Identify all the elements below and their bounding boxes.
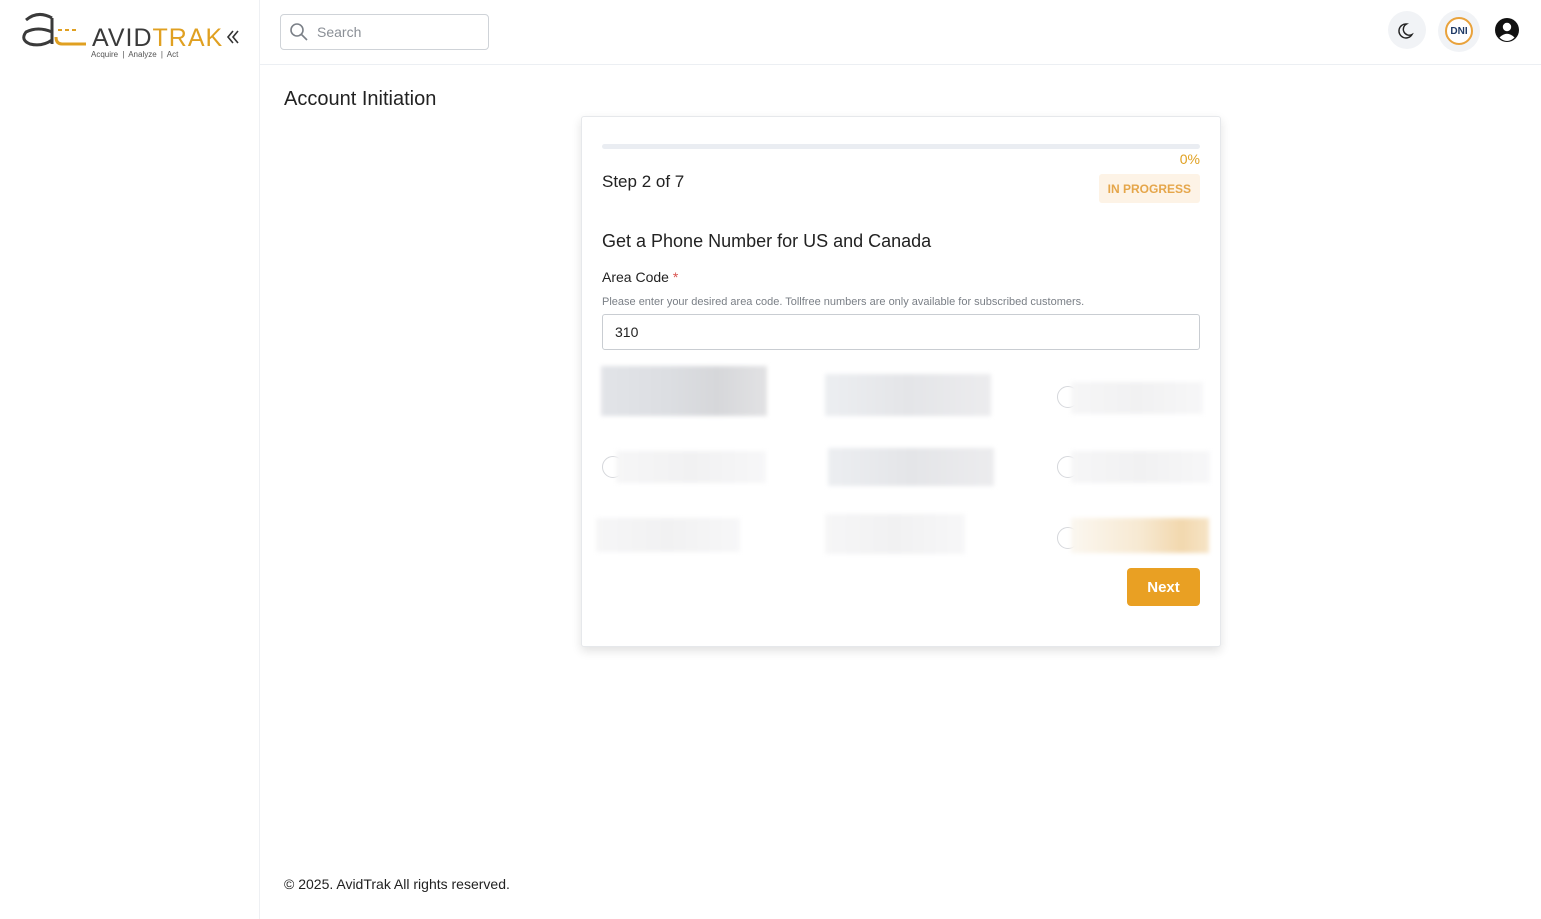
phone-number-option[interactable] <box>1071 518 1209 553</box>
logo-wordmark: AVIDTRAK <box>92 24 224 52</box>
search-icon <box>290 23 308 41</box>
search-box[interactable] <box>280 14 489 50</box>
user-account-button[interactable] <box>1488 11 1526 49</box>
phone-number-option[interactable] <box>825 374 991 416</box>
phone-number-option[interactable] <box>1071 451 1210 483</box>
phone-number-option[interactable] <box>601 366 767 416</box>
top-header: DNI <box>260 0 1541 65</box>
phone-number-option[interactable] <box>616 451 766 483</box>
area-code-help-text: Please enter your desired area code. Tol… <box>602 296 1085 308</box>
step-indicator: Step 2 of 7 <box>602 172 685 191</box>
page-title: Account Initiation <box>284 88 437 110</box>
user-avatar-icon <box>1495 18 1519 42</box>
collapse-sidebar-button[interactable] <box>224 26 242 48</box>
phone-number-option[interactable] <box>828 448 994 486</box>
sidebar: AVIDTRAK Acquire | Analyze | Act <box>0 0 260 919</box>
phone-number-option[interactable] <box>596 518 740 552</box>
required-asterisk: * <box>672 269 679 285</box>
theme-toggle-button[interactable] <box>1388 11 1426 49</box>
dni-button[interactable]: DNI <box>1438 10 1480 52</box>
progress-percent: 0% <box>1179 151 1200 167</box>
area-code-label: Area Code * <box>602 269 679 285</box>
dni-badge: DNI <box>1445 17 1473 45</box>
phone-number-option[interactable] <box>1071 382 1203 414</box>
avidtrak-logo[interactable]: AVIDTRAK Acquire | Analyze | Act <box>18 10 222 64</box>
account-wizard-card: 0% Step 2 of 7 IN PROGRESS Get a Phone N… <box>581 116 1221 647</box>
section-title: Get a Phone Number for US and Canada <box>602 231 932 251</box>
logo-mark-icon <box>22 13 86 47</box>
phone-number-options <box>596 362 1216 562</box>
progress-bar <box>602 144 1200 149</box>
logo-tagline: Acquire | Analyze | Act <box>91 50 179 59</box>
moon-icon <box>1398 23 1414 39</box>
area-code-input[interactable] <box>602 314 1200 350</box>
search-input[interactable] <box>317 24 467 40</box>
next-button[interactable]: Next <box>1127 568 1200 606</box>
phone-number-option[interactable] <box>825 514 965 554</box>
status-badge: IN PROGRESS <box>1098 174 1200 203</box>
footer-copyright: © 2025. AvidTrak All rights reserved. <box>284 876 510 892</box>
double-chevron-left-icon <box>226 30 239 44</box>
